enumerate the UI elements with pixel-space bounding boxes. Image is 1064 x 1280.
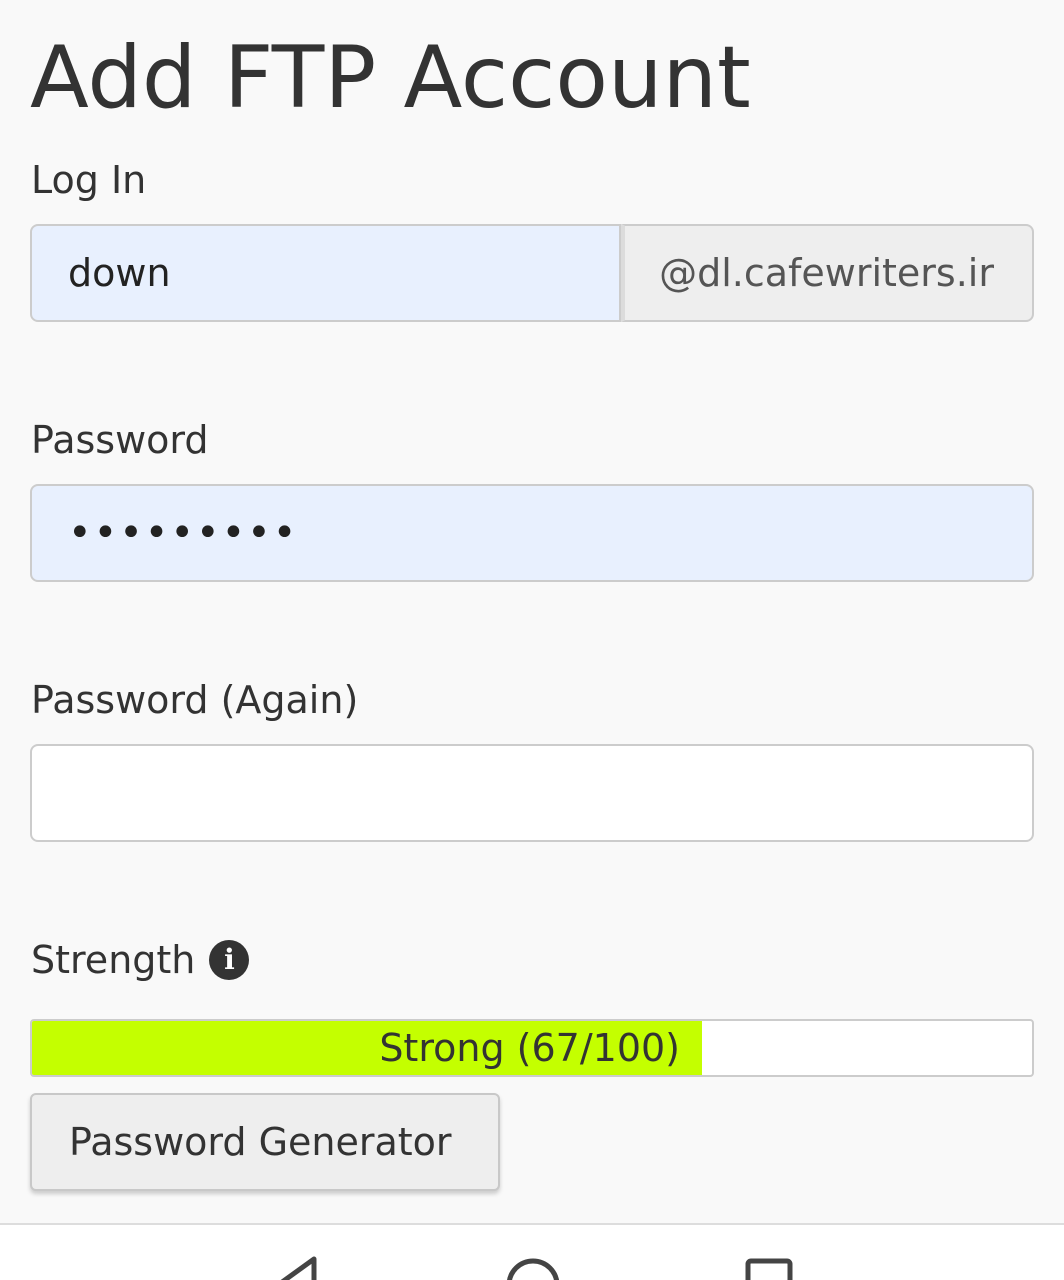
add-ftp-account-page: Add FTP Account Log In @dl.cafewriters.i…: [0, 0, 1064, 1280]
page-title: Add FTP Account: [30, 28, 751, 128]
strength-label-row: Strength i: [31, 937, 250, 983]
password-again-input[interactable]: [30, 744, 1034, 842]
back-triangle-icon[interactable]: [266, 1255, 326, 1280]
system-navigation-bar: [0, 1223, 1064, 1280]
login-input[interactable]: [30, 224, 621, 322]
password-strength-meter: Strong (67/100): [30, 1019, 1034, 1077]
home-circle-icon[interactable]: [503, 1255, 563, 1280]
login-input-group: @dl.cafewriters.ir: [30, 224, 1034, 322]
login-label: Log In: [31, 158, 147, 202]
strength-meter-text: Strong (67/100): [379, 1026, 680, 1070]
recent-apps-square-icon[interactable]: [740, 1255, 800, 1280]
password-again-label: Password (Again): [31, 678, 359, 722]
domain-suffix-addon: @dl.cafewriters.ir: [621, 224, 1034, 322]
password-generator-button[interactable]: Password Generator: [30, 1093, 500, 1191]
password-input[interactable]: [30, 484, 1034, 582]
info-circle-icon[interactable]: i: [209, 940, 250, 980]
password-label: Password: [31, 418, 209, 462]
strength-label: Strength: [31, 938, 196, 982]
